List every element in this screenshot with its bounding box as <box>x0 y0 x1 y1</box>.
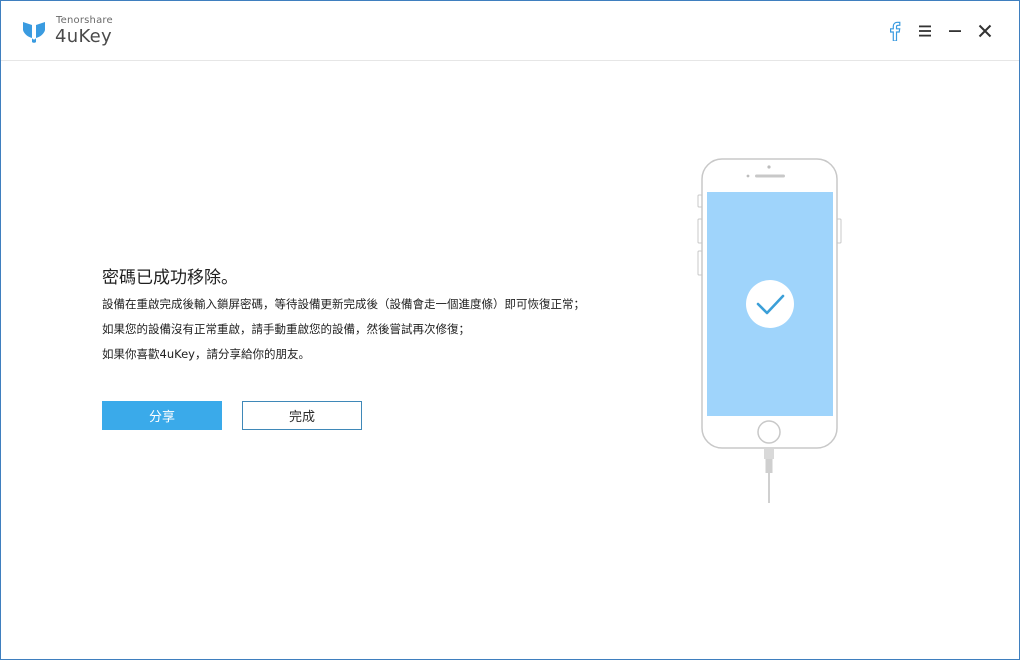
done-button[interactable]: 完成 <box>242 401 362 430</box>
menu-icon[interactable] <box>913 19 937 43</box>
facebook-icon[interactable] <box>883 19 907 43</box>
app-window: Tenorshare 4uKey 密碼已成功移除。 設備在重啟完成後輸入鎖屏密碼… <box>0 0 1020 660</box>
title-bar: Tenorshare 4uKey <box>1 1 1019 61</box>
close-icon[interactable] <box>973 19 997 43</box>
instruction-line-1: 設備在重啟完成後輸入鎖屏密碼，等待設備更新完成後（設備會走一個進度條）即可恢復正… <box>102 297 585 311</box>
app-logo-icon <box>23 22 45 43</box>
instruction-line-3: 如果你喜歡4uKey，請分享給你的朋友。 <box>102 347 310 361</box>
checkmark-icon <box>746 280 794 328</box>
success-title: 密碼已成功移除。 <box>102 268 238 288</box>
instruction-line-2: 如果您的設備沒有正常重啟，請手動重啟您的設備，然後嘗試再次修復； <box>102 322 470 336</box>
brand-small-text: Tenorshare <box>56 15 113 26</box>
share-button[interactable]: 分享 <box>102 401 222 430</box>
brand-name: 4uKey <box>55 26 112 47</box>
home-button-icon <box>757 420 781 444</box>
minimize-icon[interactable] <box>943 19 967 43</box>
phone-illustration <box>697 158 842 503</box>
